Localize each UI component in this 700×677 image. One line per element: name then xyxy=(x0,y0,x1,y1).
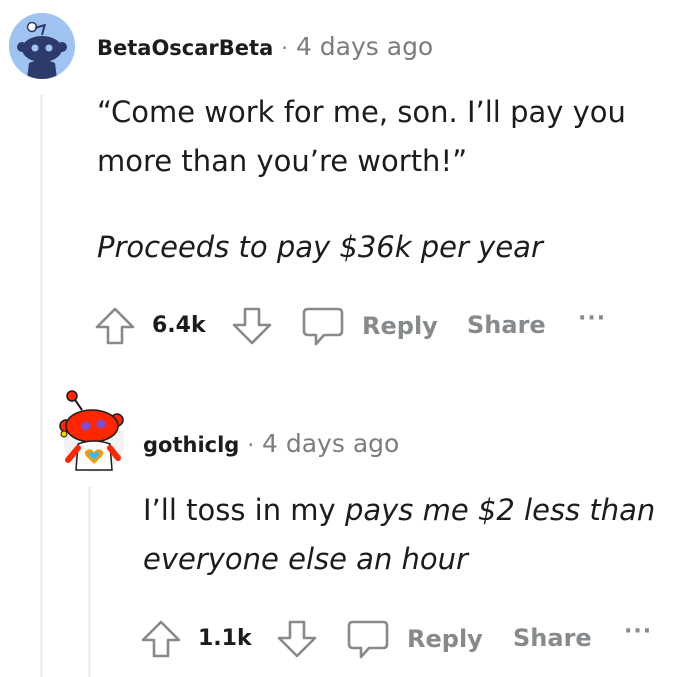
reply-label: Reply xyxy=(362,312,438,340)
comment-author[interactable]: BetaOscarBeta xyxy=(97,36,273,60)
downvote-button[interactable] xyxy=(275,617,319,661)
avatar[interactable] xyxy=(56,390,124,472)
comment-body-line-1: “Come work for me, son. I’ll pay you xyxy=(97,95,626,129)
share-button[interactable]: Share xyxy=(467,311,546,339)
reply-button[interactable]: Reply xyxy=(345,616,483,662)
comment-bubble-icon xyxy=(302,307,344,346)
more-options-button[interactable]: ··· xyxy=(624,619,652,644)
reply-label: Reply xyxy=(407,625,483,653)
snoo-avatar-icon xyxy=(9,13,75,79)
comment-body-text: I’ll toss in my xyxy=(143,493,345,527)
share-button[interactable]: Share xyxy=(513,624,592,652)
comment-timestamp[interactable]: 4 days ago xyxy=(296,32,433,61)
upvote-icon xyxy=(95,307,135,345)
comment-bubble-icon xyxy=(347,620,389,659)
upvote-button[interactable] xyxy=(139,617,183,661)
reply-button[interactable]: Reply xyxy=(300,303,438,349)
comment-author[interactable]: gothiclg xyxy=(143,433,239,457)
vote-score: 1.1k xyxy=(198,626,252,651)
avatar[interactable] xyxy=(9,13,75,79)
thread-line-comment1[interactable] xyxy=(40,95,43,677)
comment-body-line-2: everyone else an hour xyxy=(143,542,468,576)
comment-body-line-2: more than you’re worth!” xyxy=(97,144,468,178)
comment-body-line-1: I’ll toss in my pays me $2 less than xyxy=(143,486,655,535)
snoo-avatar-icon xyxy=(59,390,124,472)
vote-score: 6.4k xyxy=(152,313,206,338)
upvote-icon xyxy=(141,620,181,658)
downvote-icon xyxy=(277,620,317,658)
comment-body-italic-text: pays me $2 less than xyxy=(344,493,656,527)
comment-timestamp[interactable]: 4 days ago xyxy=(262,429,399,458)
comment-body-line-3: Proceeds to pay $36k per year xyxy=(97,230,543,264)
meta-separator: · xyxy=(281,36,288,60)
downvote-icon xyxy=(232,307,272,345)
upvote-button[interactable] xyxy=(93,304,137,348)
thread-line-comment2[interactable] xyxy=(88,487,91,677)
more-options-button[interactable]: ··· xyxy=(578,306,606,331)
downvote-button[interactable] xyxy=(230,304,274,348)
meta-separator: · xyxy=(247,433,255,457)
